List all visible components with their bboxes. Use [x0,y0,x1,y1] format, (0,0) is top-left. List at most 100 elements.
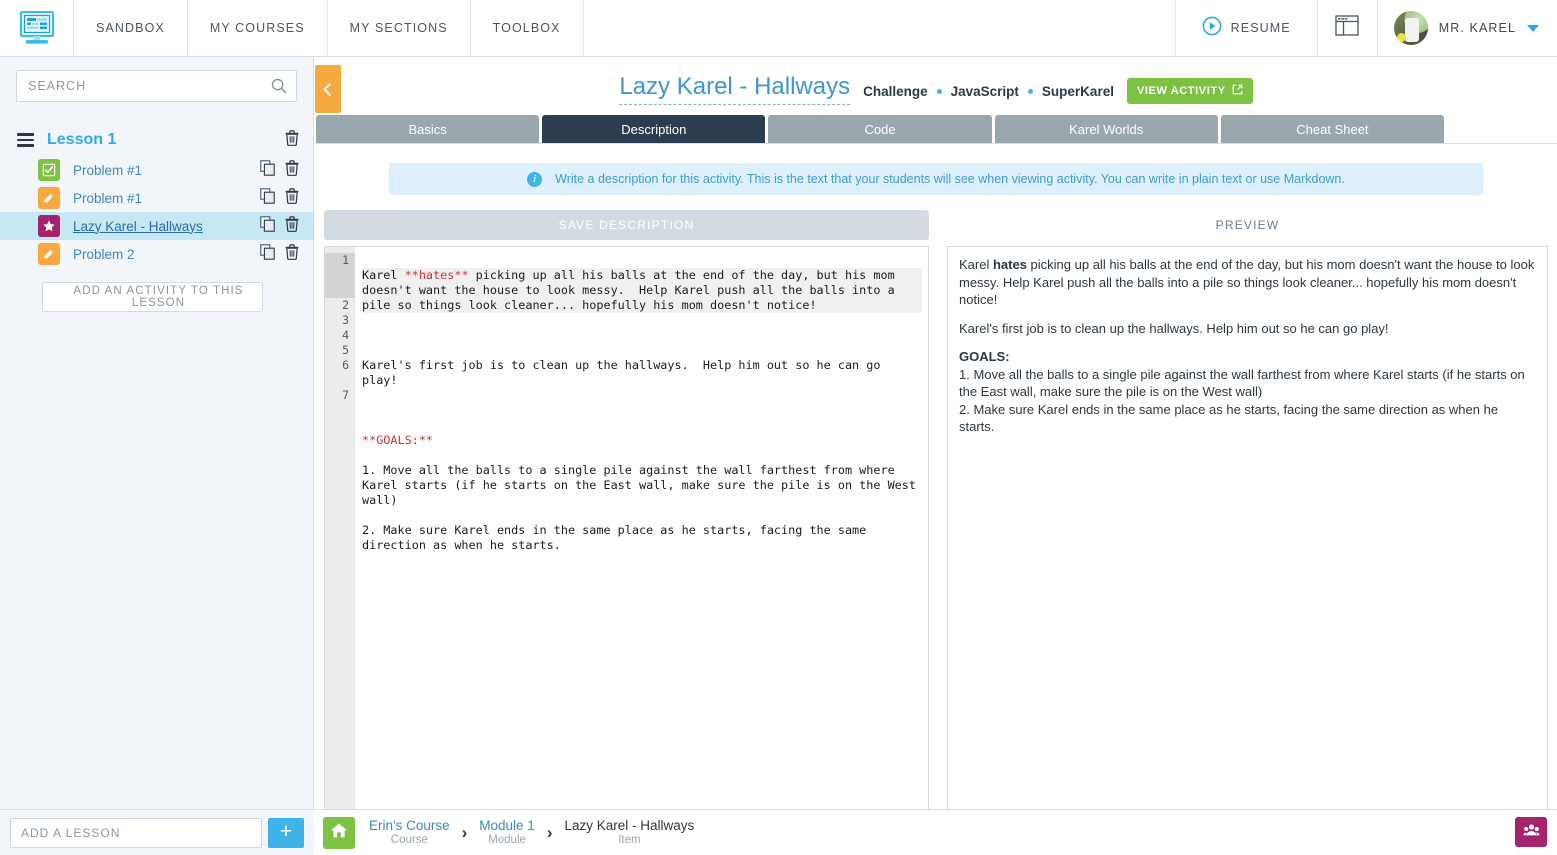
plus-icon: + [279,820,293,843]
breadcrumb-type: Item [618,833,641,846]
page-title[interactable]: Lazy Karel - Hallways [619,73,851,105]
nav-right-group: RESUME MR. KAREL [1176,0,1557,56]
view-activity-button[interactable]: VIEW ACTIVITY [1126,78,1253,104]
preview-paragraph-1: Karel hates picking up all his balls at … [959,256,1536,309]
code-line-7: 2. Make sure Karel ends in the same plac… [362,523,874,552]
play-circle-icon [1202,16,1222,41]
line-number: 2 [342,298,349,312]
top-navigation-bar: SANDBOX MY COURSES MY SECTIONS TOOLBOX R… [0,0,1557,57]
nav-label: TOOLBOX [492,21,561,35]
preview-bold-text: hates [992,257,1027,272]
activity-meta: Challenge JavaScript SuperKarel [863,84,1114,99]
search-box[interactable] [16,70,297,102]
save-description-label: SAVE DESCRIPTION [558,218,695,232]
activity-row-actions [260,243,299,265]
tab-bar-spacer [1447,115,1556,143]
breadcrumb-item-module[interactable]: Module 1 Module [479,818,535,847]
main-content: Lazy Karel - Hallways Challenge JavaScri… [315,57,1557,855]
tab-description[interactable]: Description [542,115,766,143]
nav-item-toolbox[interactable]: TOOLBOX [471,0,584,56]
tab-karel-worlds[interactable]: Karel Worlds [994,115,1218,143]
breadcrumb-name[interactable]: Module 1 [479,818,535,833]
line-number: 3 [342,313,349,327]
drag-handle-icon[interactable] [17,133,34,147]
info-circle-icon: i [527,171,543,187]
list-item-selected[interactable]: Lazy Karel - Hallways [0,212,313,240]
editor-text-area[interactable]: Karel **hates** picking up all his balls… [355,247,928,819]
preview-bold-text: GOALS: [959,349,1010,364]
breadcrumb: Erin's Course Course › Module 1 Module ›… [369,817,695,847]
preview-text: picking up all his balls at the end of t… [959,257,1535,307]
breadcrumb-name[interactable]: Erin's Course [369,818,450,833]
trash-icon[interactable] [285,215,299,237]
pane-header-row: SAVE DESCRIPTION PREVIEW [324,210,1548,240]
activity-label[interactable]: Problem #1 [73,163,260,178]
breadcrumb-item-course[interactable]: Erin's Course Course [369,818,450,847]
tab-basics[interactable]: Basics [316,115,540,143]
markdown-editor[interactable]: 1 . . 2 3 4 5 6 . 7 . Karel **hates** pi… [324,246,929,820]
monitor-logo-icon [18,11,56,45]
breadcrumb-name: Lazy Karel - Hallways [564,817,695,833]
copy-icon[interactable] [260,215,275,237]
nav-label: MY SECTIONS [349,21,448,35]
tab-bar: Basics Description Code Karel Worlds Che… [315,115,1557,143]
search-input[interactable] [17,71,296,101]
nav-item-sandbox[interactable]: SANDBOX [74,0,188,56]
copy-icon[interactable] [260,159,275,181]
trash-icon[interactable] [285,129,299,151]
list-item[interactable]: Problem 2 [0,240,313,268]
preview-paragraph-2: Karel's first job is to clean up the hal… [959,320,1389,336]
nav-label: MY COURSES [209,21,305,35]
markdown-preview: Karel hates picking up all his balls at … [947,246,1548,820]
tab-label: Basics [408,121,447,137]
activity-label[interactable]: Problem 2 [73,247,260,262]
trash-icon[interactable] [285,187,299,209]
tab-label: Code [864,121,896,137]
trash-icon[interactable] [285,159,299,181]
breadcrumb-type: Module [488,833,526,846]
nav-item-my-sections[interactable]: MY SECTIONS [328,0,471,56]
add-lesson-input[interactable] [10,817,262,848]
add-lesson-button[interactable]: + [268,817,304,848]
line-number-wrap: . [325,403,355,418]
activity-list: Problem #1 Problem #1 Lazy Karel - Hallw… [0,156,313,268]
trash-icon[interactable] [285,243,299,265]
avatar [1393,11,1428,45]
save-description-button[interactable]: SAVE DESCRIPTION [324,210,929,240]
sidebar: Lesson 1 [0,57,314,855]
preview-text: Karel [959,257,993,272]
add-activity-button[interactable]: ADD AN ACTIVITY TO THIS LESSON [42,282,263,312]
sidebar-footer: + [0,809,314,855]
lesson-title[interactable]: Lesson 1 [47,131,285,149]
collapse-sidebar-button[interactable] [315,65,341,113]
activity-title-bar: Lazy Karel - Hallways Challenge JavaScri… [315,57,1557,115]
resume-button[interactable]: RESUME [1176,0,1318,56]
preview-header-label: PREVIEW [947,210,1548,240]
activity-row-actions [260,159,299,181]
line-number: 4 [342,328,349,342]
nav-item-my-courses[interactable]: MY COURSES [188,0,328,56]
activity-row-actions [260,187,299,209]
list-item[interactable]: Problem #1 [0,184,313,212]
logo-button[interactable] [0,0,74,56]
tab-cheat-sheet[interactable]: Cheat Sheet [1220,115,1445,143]
window-layout-button[interactable] [1318,0,1378,56]
editor-gutter: 1 . . 2 3 4 5 6 . 7 . [325,247,355,819]
home-button[interactable] [323,816,355,849]
tab-label: Cheat Sheet [1296,121,1369,137]
tab-code[interactable]: Code [768,115,992,143]
app-root: SANDBOX MY COURSES MY SECTIONS TOOLBOX R… [0,0,1557,855]
user-menu-button[interactable]: MR. KAREL [1378,0,1557,56]
search-container [0,57,313,102]
preview-goal-1: 1. Move all the balls to a single pile a… [959,366,1525,400]
help-button[interactable] [1515,817,1547,847]
line-number: 5 [342,343,349,357]
activity-label[interactable]: Lazy Karel - Hallways [73,219,260,234]
copy-icon[interactable] [260,243,275,265]
copy-icon[interactable] [260,187,275,209]
resume-label: RESUME [1230,21,1291,35]
list-item[interactable]: Problem #1 [0,156,313,184]
pencil-badge-icon [38,243,60,265]
activity-label[interactable]: Problem #1 [73,191,260,206]
view-activity-label: VIEW ACTIVITY [1136,85,1226,97]
